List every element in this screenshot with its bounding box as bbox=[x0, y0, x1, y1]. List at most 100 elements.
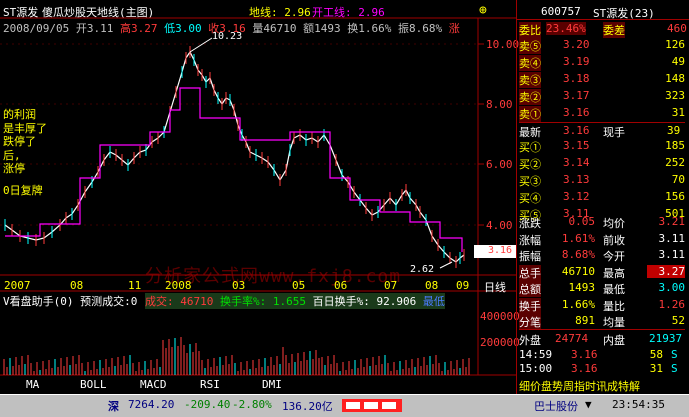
app-title: ST源发 bbox=[3, 6, 39, 19]
price-axis-label: 8.00 bbox=[486, 98, 513, 111]
tick-row: 15:00 3.16 31 S bbox=[519, 361, 685, 377]
stat-label-2: 今开 bbox=[603, 250, 625, 263]
sell-price: 3.20 bbox=[563, 38, 590, 51]
network-icon[interactable]: ▦ bbox=[412, 398, 419, 411]
stat-row: 涨幅 1.61% 前收 3.11 bbox=[519, 231, 685, 247]
stat-label: 总手 bbox=[519, 264, 541, 281]
amount-value: 额1493 bbox=[303, 22, 341, 35]
time-axis-label: 2008 bbox=[165, 279, 192, 292]
stat-label-2: 均价 bbox=[603, 217, 625, 230]
price-line bbox=[4, 50, 465, 263]
buy-price: 3.13 bbox=[563, 173, 590, 186]
tick-direction: S bbox=[671, 348, 678, 361]
period-daily-label[interactable]: 日线 bbox=[484, 279, 506, 295]
high-point-label: 10.23 bbox=[212, 31, 243, 42]
amplitude-value: 振8.68% bbox=[397, 22, 443, 35]
outer-inner-row: 外盘 24774 内盘 21937 bbox=[519, 329, 685, 347]
wei-bi-row: 委比 23.46% 委差 460 bbox=[519, 21, 687, 38]
sell-label: 卖⑤ bbox=[519, 38, 541, 54]
stat-value-2: 1.26 bbox=[658, 297, 686, 311]
volume-panel-title-line: V看盘助手(0) 预测成交:0 bbox=[3, 293, 137, 309]
low-pointer bbox=[439, 261, 453, 269]
time-axis-label: 03 bbox=[232, 279, 246, 292]
index-value: 7264.20 bbox=[128, 398, 175, 411]
stat-label-2: 量比 bbox=[603, 299, 625, 313]
open-value: 开3.11 bbox=[75, 22, 114, 35]
sell-label: 卖② bbox=[519, 89, 541, 105]
index-amount: 136.20亿 bbox=[282, 400, 333, 413]
signal-bar bbox=[342, 399, 402, 412]
turnover-label: 换手率%: 1.655 bbox=[219, 295, 306, 308]
buy-price: 3.15 bbox=[563, 139, 590, 152]
sell-volume: 148 bbox=[665, 72, 685, 85]
sky-line-value: 开工线: 2.96 bbox=[312, 6, 385, 19]
buy-label: 买④ bbox=[519, 192, 541, 205]
stat-label: 总额 bbox=[519, 281, 541, 297]
sell-row[interactable]: 卖① 3.16 31 bbox=[519, 105, 685, 122]
buy-label: 买② bbox=[519, 158, 541, 171]
indicator-tab-bar: MA BOLL MACD RSI DMI bbox=[0, 376, 516, 392]
vol-label: 成交: 46710 bbox=[145, 295, 214, 308]
buy-row[interactable]: 买③ 3.13 70 bbox=[519, 172, 685, 188]
volume-value: 量46710 bbox=[252, 22, 297, 35]
last-price-row: 最新 3.16 现手 39 bbox=[519, 122, 685, 139]
sell-row[interactable]: 卖② 3.17 323 bbox=[519, 88, 685, 105]
wei-bi-label: 委比 bbox=[519, 22, 541, 38]
hundred-turnover-label: 百日换手%: 92.906 bbox=[312, 295, 417, 308]
sell-label: 卖④ bbox=[519, 55, 541, 71]
tick-price: 3.16 bbox=[571, 348, 598, 361]
indicator-tab-dmi[interactable]: DMI bbox=[262, 378, 282, 391]
status-stock-name: 巴士股份 bbox=[534, 400, 578, 413]
buy-row[interactable]: 买④ 3.12 156 bbox=[519, 189, 685, 205]
indicator-tab-macd[interactable]: MACD bbox=[140, 378, 167, 391]
sell-row[interactable]: 卖⑤ 3.20 126 bbox=[519, 37, 685, 54]
time-axis-label: 05 bbox=[292, 279, 306, 292]
stat-value: 8.68% bbox=[561, 248, 595, 261]
time-axis-label: 09 bbox=[456, 279, 470, 292]
stat-value: 891 bbox=[575, 314, 595, 327]
indicator-tab-ma[interactable]: MA bbox=[26, 378, 39, 391]
stat-value: 1.66% bbox=[561, 297, 595, 311]
time-axis-label: 2007 bbox=[4, 279, 31, 292]
sell-row[interactable]: 卖③ 3.18 148 bbox=[519, 71, 685, 88]
time-axis-label: 07 bbox=[384, 279, 398, 292]
inner-value: 21937 bbox=[649, 332, 683, 345]
dropdown-icon[interactable]: ▼ bbox=[585, 398, 592, 411]
right-tab-bar[interactable]: 细价盘势周指时讯成特解 bbox=[517, 376, 689, 394]
tick-time: 15:00 bbox=[519, 362, 553, 375]
wei-cha-label: 委差 bbox=[603, 22, 625, 38]
buy-volume: 252 bbox=[665, 156, 685, 169]
cur-vol: 39 bbox=[667, 124, 681, 137]
status-bar: 深 7264.20 -209.40 -2.80% 136.20亿 ▦ 巴士股份 … bbox=[0, 394, 689, 417]
low-point-label: 2.62 bbox=[410, 264, 435, 275]
stat-value: 1493 bbox=[568, 281, 596, 294]
time-axis-label: 11 bbox=[128, 279, 142, 292]
buy-row[interactable]: 买② 3.14 252 bbox=[519, 155, 685, 171]
right-tabs[interactable]: 细价盘势周指时讯成特解 bbox=[519, 378, 640, 394]
sell-label: 卖③ bbox=[519, 72, 541, 88]
turnover-value: 换1.66% bbox=[347, 22, 392, 35]
stat-row: 振幅 8.68% 今开 3.11 bbox=[519, 247, 685, 263]
pin-icon[interactable]: ⊕ bbox=[479, 3, 487, 18]
annotation-line: 0日复牌 bbox=[3, 184, 43, 197]
sell-row[interactable]: 卖④ 3.19 49 bbox=[519, 54, 685, 71]
price-axis-label: 6.00 bbox=[486, 158, 513, 171]
sell-label: 卖① bbox=[519, 106, 541, 122]
stat-label-2: 均量 bbox=[603, 316, 625, 329]
price-flag-value: 3.16 bbox=[488, 245, 513, 256]
indicator-tab-rsi[interactable]: RSI bbox=[200, 378, 220, 391]
buy-label: 买① bbox=[519, 141, 541, 154]
outer-value: 24774 bbox=[555, 332, 589, 345]
stat-label: 换手 bbox=[519, 297, 541, 314]
sell-price: 3.18 bbox=[563, 72, 590, 85]
index-pct: -2.80% bbox=[232, 398, 272, 411]
status-time: 23:54:35 bbox=[612, 398, 665, 411]
stat-label-2: 最低 bbox=[603, 283, 625, 296]
tick-volume: 58 bbox=[649, 348, 663, 361]
stat-label-2: 最高 bbox=[603, 266, 625, 280]
buy-volume: 185 bbox=[665, 139, 685, 152]
indicator-tab-boll[interactable]: BOLL bbox=[80, 378, 107, 391]
high-value: 高3.27 bbox=[119, 22, 158, 35]
stat-value: 0.05 bbox=[568, 215, 596, 228]
buy-row[interactable]: 买① 3.15 185 bbox=[519, 138, 685, 154]
